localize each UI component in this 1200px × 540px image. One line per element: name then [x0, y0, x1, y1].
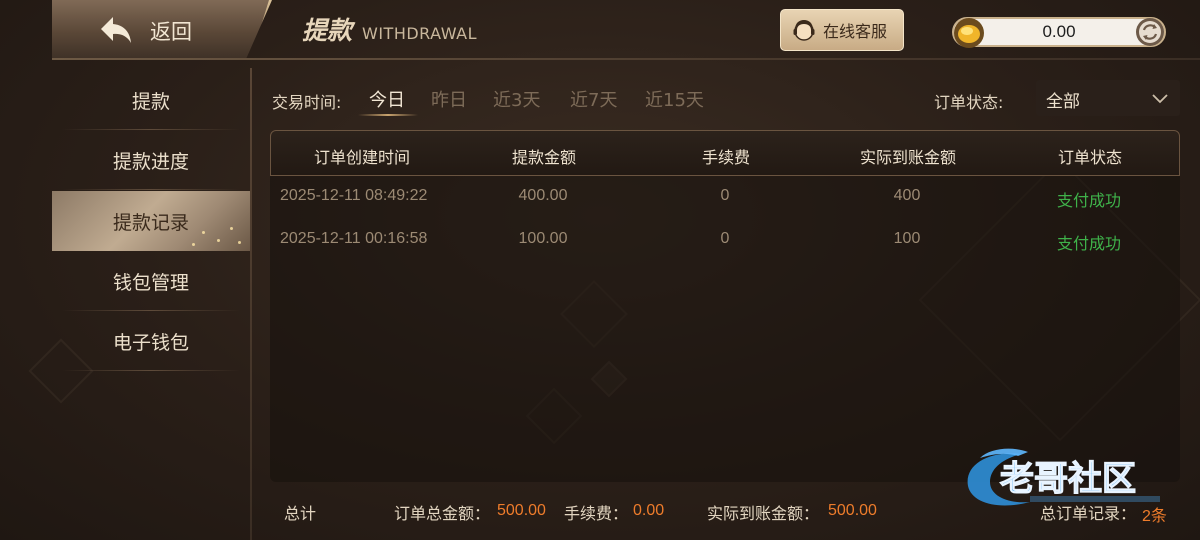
- sidebar-item-label: 提款: [131, 90, 170, 113]
- page-title-en: WITHDRAWAL: [362, 24, 478, 43]
- cell-created-time: 2025-12-11 00:16:58: [280, 230, 428, 247]
- chevron-down-icon: [1152, 94, 1168, 104]
- page-title-cn: 提款: [302, 16, 353, 45]
- sidebar-item-withdraw[interactable]: 提款: [52, 70, 250, 130]
- column-header-fee: 手续费: [701, 148, 751, 167]
- time-filter-15days[interactable]: 近15天: [645, 86, 704, 112]
- cell-created-time: 2025-12-11 08:49:22: [280, 187, 428, 204]
- actual-total-label: 实际到账金额：: [707, 504, 820, 523]
- sidebar-item-withdraw-progress[interactable]: 提款进度: [52, 130, 250, 190]
- sidebar-item-label: 电子钱包: [112, 331, 189, 354]
- actual-total-value: 500.00: [828, 502, 877, 519]
- sidebar-item-e-wallet[interactable]: 电子钱包: [52, 311, 250, 371]
- svg-text:老哥社区: 老哥社区: [1000, 459, 1136, 499]
- sparkle-decoration: [202, 231, 205, 234]
- sidebar-item-label: 提款记录: [112, 211, 189, 234]
- table-row: 2025-12-11 08:49:22 400.00 0 400 支付成功: [270, 187, 1180, 229]
- sidebar-separator: [62, 189, 240, 190]
- sidebar-separator: [62, 370, 240, 371]
- sidebar-item-wallet-management[interactable]: 钱包管理: [52, 251, 250, 311]
- fee-total-value: 0.00: [633, 502, 665, 519]
- table-header: 订单创建时间 提款金额 手续费 实际到账金额 订单状态: [270, 130, 1180, 176]
- records-table: 订单创建时间 提款金额 手续费 实际到账金额 订单状态 2025-12-11 0…: [270, 130, 1180, 482]
- filter-bar: 交易时间: 今日 昨日 近3天 近7天 近15天 订单状态: 全部: [272, 80, 1182, 116]
- sidebar-divider: [250, 68, 252, 540]
- balance-value: 0.00: [1042, 22, 1076, 41]
- time-filter-yesterday[interactable]: 昨日: [431, 86, 467, 112]
- refresh-icon[interactable]: [1134, 16, 1166, 48]
- time-filter-today[interactable]: 今日: [369, 86, 405, 112]
- sidebar-item-label: 提款进度: [112, 150, 189, 173]
- sidebar-item-withdraw-records[interactable]: 提款记录: [52, 191, 250, 251]
- back-arrow-icon: [101, 17, 131, 43]
- cell-status: 支付成功: [1056, 234, 1122, 253]
- column-header-created-time: 订单创建时间: [313, 148, 411, 167]
- cell-fee: 0: [720, 187, 730, 204]
- order-status-dropdown[interactable]: 全部: [1036, 80, 1180, 116]
- community-watermark-logo: 老哥社区: [967, 448, 1160, 506]
- column-header-status: 订单状态: [1057, 148, 1123, 167]
- customer-service-icon: [793, 20, 815, 41]
- sparkle-decoration: [192, 243, 195, 246]
- time-filter-3days[interactable]: 近3天: [493, 86, 540, 112]
- table-row: 2025-12-11 00:16:58 100.00 0 100 支付成功: [270, 230, 1180, 272]
- order-total-label: 订单总金额：: [394, 504, 491, 523]
- sparkle-decoration: [217, 239, 220, 242]
- cell-amount: 400.00: [518, 187, 568, 204]
- sidebar-item-label: 钱包管理: [112, 271, 189, 294]
- fee-total-label: 手续费：: [564, 504, 629, 523]
- online-service-label: 在线客服: [823, 22, 888, 41]
- active-filter-underline: [358, 114, 418, 116]
- column-header-actual-amount: 实际到账金额: [859, 148, 957, 167]
- page-title: 提款 WITHDRAWAL: [302, 11, 477, 47]
- cell-fee: 0: [720, 230, 730, 247]
- sidebar: 提款 提款进度 提款记录 钱包管理 电子钱包: [52, 68, 252, 540]
- online-service-button[interactable]: 在线客服: [780, 9, 904, 51]
- order-total-value: 500.00: [497, 502, 546, 519]
- back-label: 返回: [150, 20, 192, 44]
- total-label: 总计: [284, 504, 317, 523]
- order-status-label: 订单状态:: [934, 93, 1004, 112]
- time-filter-label: 交易时间:: [272, 93, 342, 112]
- order-status-value: 全部: [1046, 92, 1080, 112]
- column-header-amount: 提款金额: [511, 148, 577, 167]
- header-bar: 返回 提款 WITHDRAWAL 在线客服 0.00: [0, 0, 1200, 62]
- sparkle-decoration: [230, 227, 233, 230]
- cell-actual-amount: 400: [893, 187, 921, 204]
- balance-display: 0.00: [952, 16, 1166, 48]
- cell-status: 支付成功: [1056, 191, 1122, 210]
- cell-actual-amount: 100: [893, 230, 921, 247]
- header-divider: [52, 58, 1200, 60]
- sparkle-decoration: [238, 241, 241, 244]
- time-filter-7days[interactable]: 近7天: [570, 86, 617, 112]
- back-button[interactable]: 返回: [52, 0, 272, 60]
- cell-amount: 100.00: [518, 230, 568, 247]
